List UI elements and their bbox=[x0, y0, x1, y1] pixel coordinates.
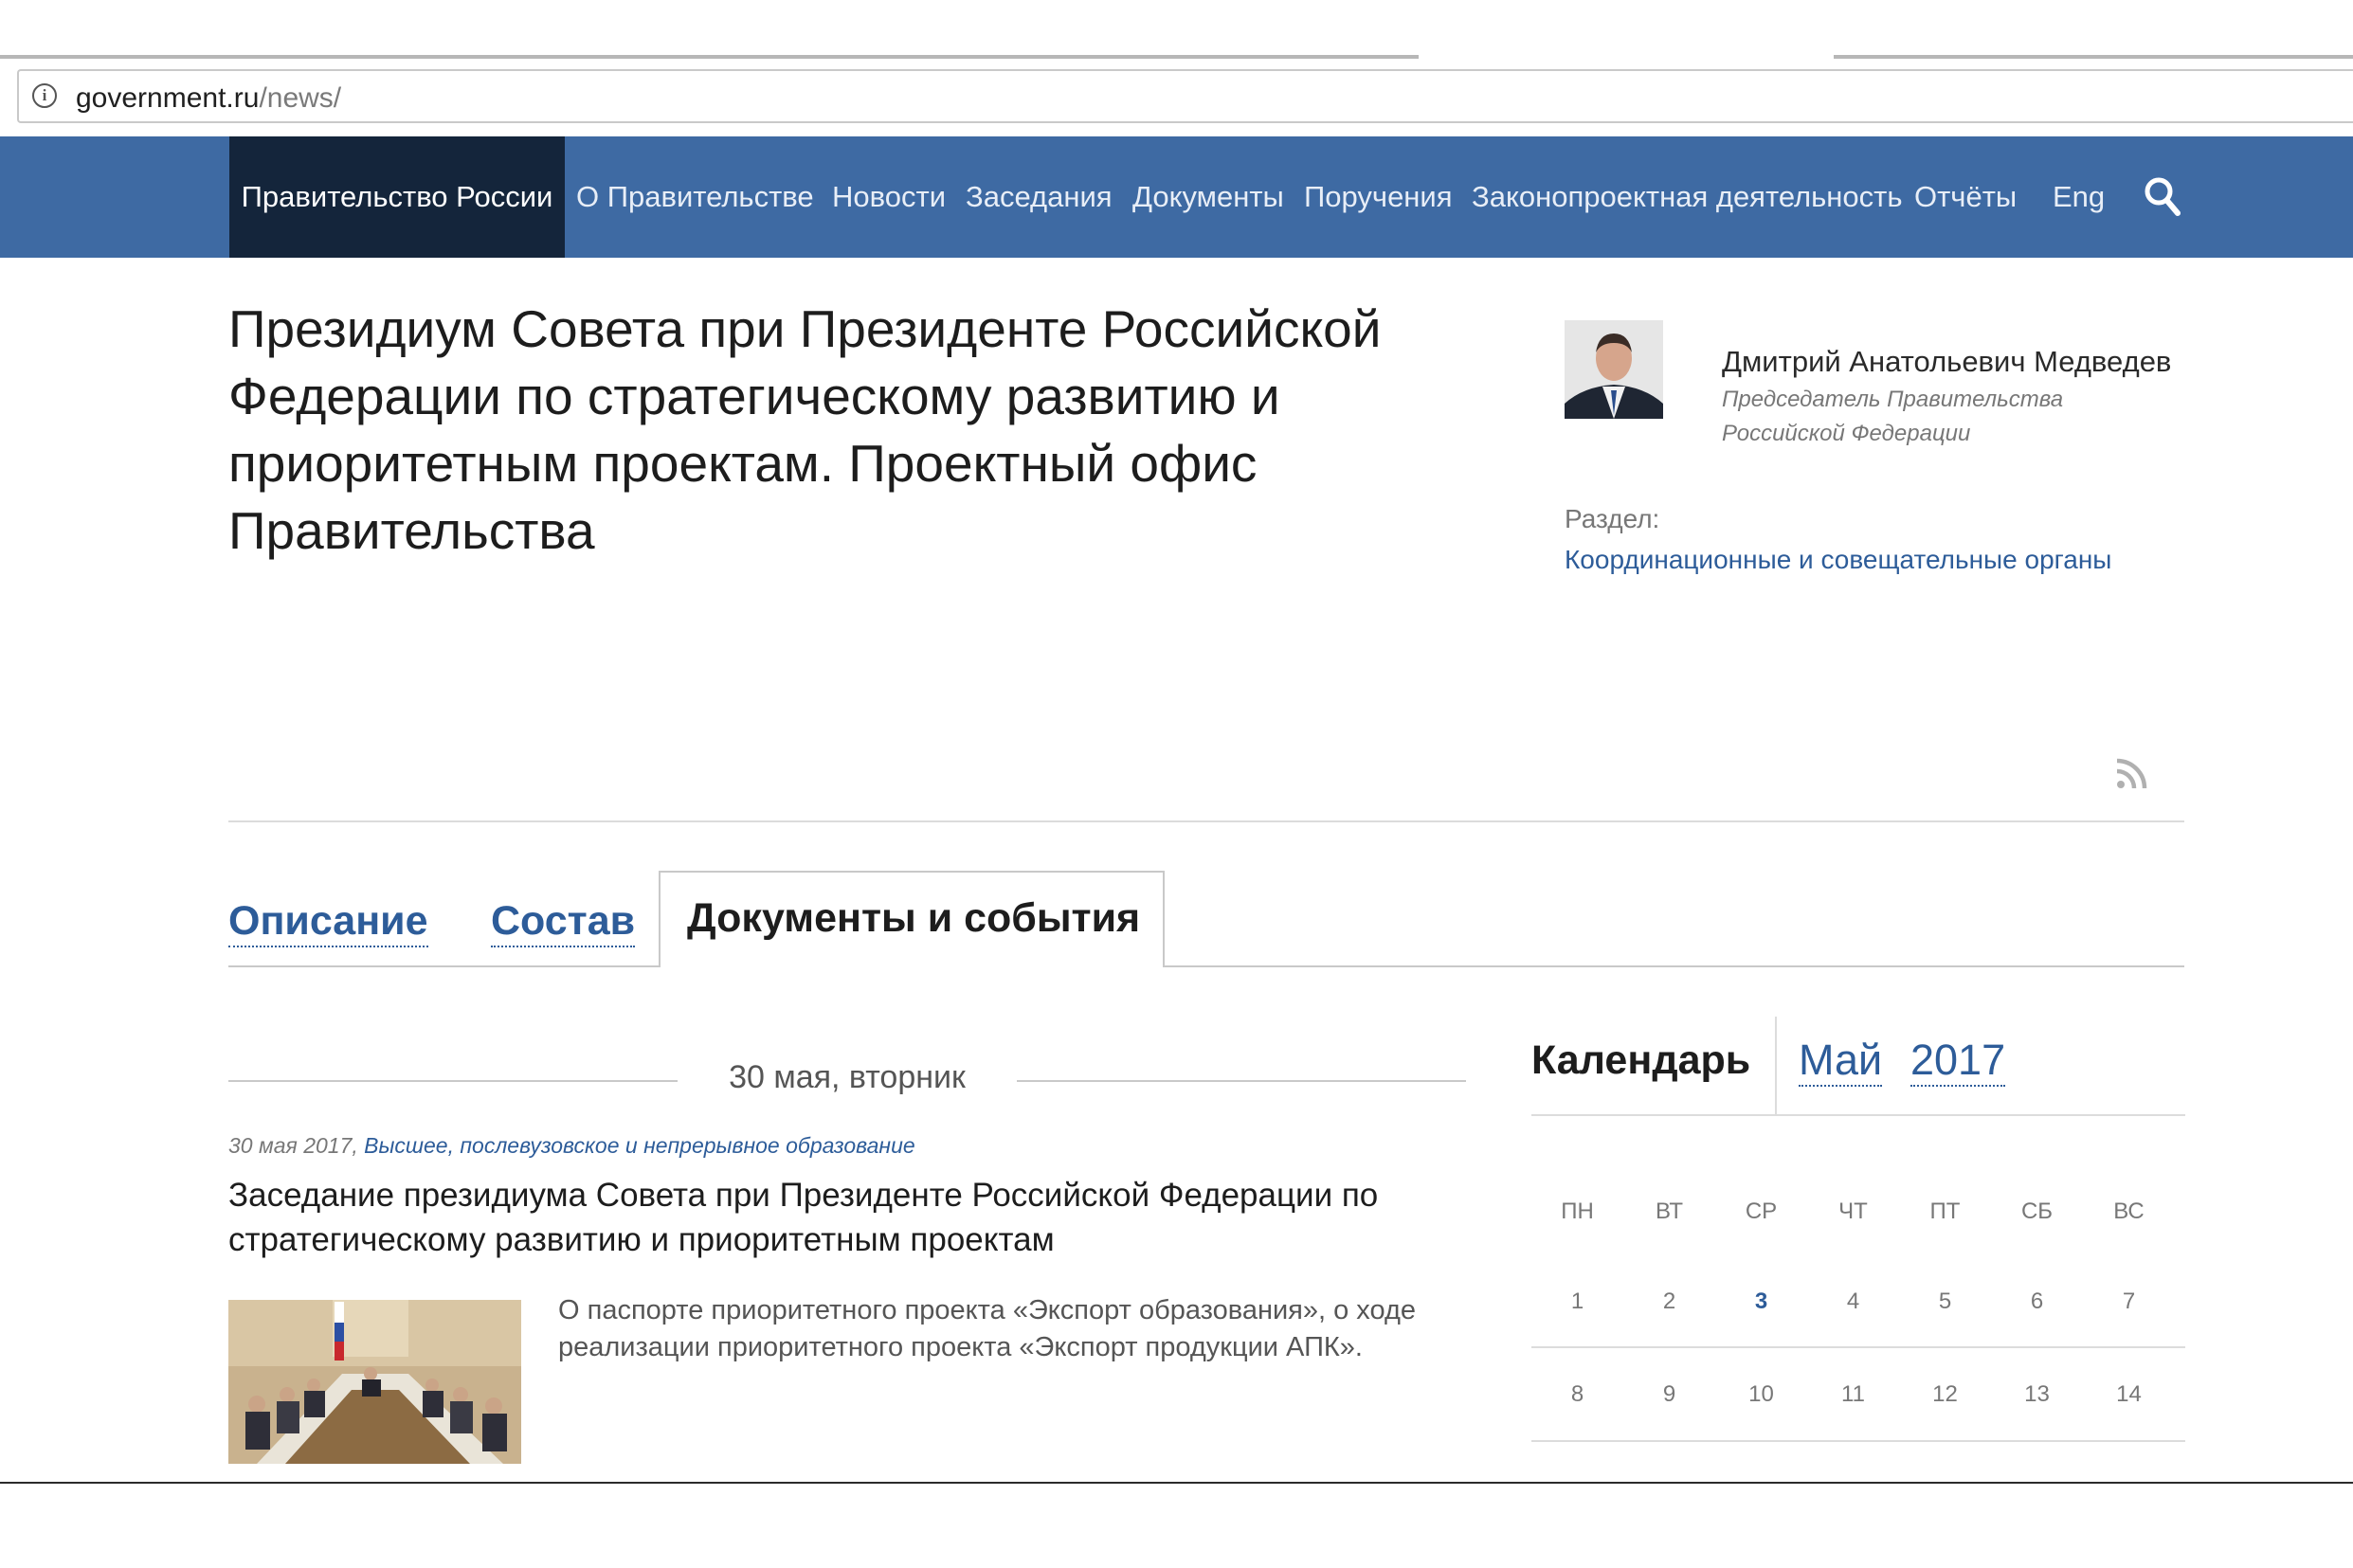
section-link[interactable]: Координационные и совещательные органы bbox=[1565, 545, 2111, 575]
calendar-weekday: ВС bbox=[2113, 1199, 2145, 1224]
calendar-day[interactable]: 6 bbox=[1991, 1289, 2083, 1315]
news-category-link[interactable]: Высшее, послевузовское и непрерывное обр… bbox=[364, 1133, 915, 1158]
calendar-weekday: ПН bbox=[1561, 1199, 1594, 1224]
calendar-month-select[interactable]: Май bbox=[1799, 1036, 1883, 1087]
calendar-weekday: СБ bbox=[2020, 1199, 2054, 1224]
meeting-photo bbox=[228, 1300, 521, 1464]
calendar-day-highlighted[interactable]: 3 bbox=[1715, 1289, 1807, 1315]
address-bar[interactable]: i government.ru/news/ bbox=[17, 69, 2353, 123]
news-thumbnail[interactable] bbox=[228, 1300, 521, 1464]
search-icon[interactable] bbox=[2144, 176, 2181, 218]
person-photo bbox=[1565, 320, 1663, 419]
url-host: government.ru bbox=[76, 82, 260, 114]
tab-documents-events[interactable]: Документы и события bbox=[659, 871, 1165, 967]
date-divider bbox=[1017, 1080, 1466, 1082]
nav-brand-link[interactable]: Правительство России bbox=[229, 136, 565, 258]
browser-tab-strip bbox=[0, 0, 2353, 59]
calendar-row-divider bbox=[1531, 1440, 2185, 1442]
tab-members[interactable]: Состав bbox=[491, 896, 636, 947]
news-summary: О паспорте приоритетного проекта «Экспор… bbox=[558, 1295, 1417, 1362]
rss-icon[interactable] bbox=[2115, 756, 2149, 790]
blank-area bbox=[0, 1484, 2353, 1568]
calendar-weekday: ЧТ bbox=[1838, 1199, 1868, 1224]
nav-item-orders[interactable]: Поручения bbox=[1304, 136, 1453, 258]
main-navbar: Правительство России О Правительстве Нов… bbox=[0, 136, 2353, 258]
date-divider bbox=[228, 1080, 678, 1082]
url-path: /news/ bbox=[259, 82, 342, 114]
calendar-header-separator bbox=[1775, 1017, 1777, 1114]
url-text[interactable]: government.ru/news/ bbox=[76, 82, 341, 115]
info-icon[interactable]: i bbox=[32, 83, 57, 108]
news-title-link[interactable]: Заседание президиума Совета при Президен… bbox=[228, 1173, 1441, 1262]
calendar-day[interactable]: 5 bbox=[1899, 1289, 1991, 1315]
calendar-day[interactable]: 13 bbox=[1991, 1381, 2083, 1408]
calendar-row-divider bbox=[1531, 1346, 2185, 1348]
nav-item-eng[interactable]: Eng bbox=[2053, 136, 2105, 258]
calendar-weekday: СР bbox=[1745, 1199, 1778, 1224]
date-header: 30 мая, вторник bbox=[729, 1059, 966, 1095]
section-label: Раздел: bbox=[1565, 504, 1660, 533]
calendar-day[interactable]: 14 bbox=[2083, 1381, 2175, 1408]
tabs-baseline bbox=[228, 965, 660, 967]
tab-documents-events-label: Документы и события bbox=[687, 895, 1141, 941]
calendar-day[interactable]: 9 bbox=[1623, 1381, 1715, 1408]
page-title: Президиум Совета при Президенте Российск… bbox=[228, 299, 1382, 560]
nav-item-legislation[interactable]: Законопроектная деятельность bbox=[1472, 136, 1902, 258]
nav-item-meetings[interactable]: Заседания bbox=[966, 136, 1113, 258]
calendar-weekday: ВТ bbox=[1655, 1199, 1684, 1224]
calendar-header-divider bbox=[1531, 1114, 2185, 1116]
calendar-day[interactable]: 1 bbox=[1531, 1289, 1623, 1315]
calendar-weekday: ПТ bbox=[1929, 1199, 1961, 1224]
section-divider bbox=[228, 820, 2184, 822]
calendar-day[interactable]: 12 bbox=[1899, 1381, 1991, 1408]
tab-strip-border bbox=[0, 55, 1419, 59]
calendar-day[interactable]: 2 bbox=[1623, 1289, 1715, 1315]
calendar-day[interactable]: 8 bbox=[1531, 1381, 1623, 1408]
calendar-year-select[interactable]: 2017 bbox=[1910, 1036, 2006, 1087]
nav-item-news[interactable]: Новости bbox=[832, 136, 946, 258]
news-date: 30 мая 2017, bbox=[228, 1133, 358, 1158]
avatar bbox=[1565, 320, 1663, 419]
person-name[interactable]: Дмитрий Анатольевич Медведев bbox=[1722, 345, 2171, 379]
person-role: Председатель Правительства Российской Фе… bbox=[1722, 387, 2064, 446]
calendar-day[interactable]: 10 bbox=[1715, 1381, 1807, 1408]
nav-item-about[interactable]: О Правительстве bbox=[576, 136, 814, 258]
calendar-day[interactable]: 11 bbox=[1807, 1381, 1899, 1408]
tabs-baseline bbox=[1164, 965, 2184, 967]
calendar-day[interactable]: 7 bbox=[2083, 1289, 2175, 1315]
tab-description[interactable]: Описание bbox=[228, 896, 428, 947]
nav-item-reports[interactable]: Отчёты bbox=[1914, 136, 2017, 258]
calendar-title: Календарь bbox=[1531, 1037, 1751, 1083]
calendar-day[interactable]: 4 bbox=[1807, 1289, 1899, 1315]
tab-strip-border bbox=[1834, 55, 2353, 59]
news-meta: 30 мая 2017, Высшее, послевузовское и не… bbox=[228, 1133, 915, 1159]
nav-item-documents[interactable]: Документы bbox=[1132, 136, 1284, 258]
